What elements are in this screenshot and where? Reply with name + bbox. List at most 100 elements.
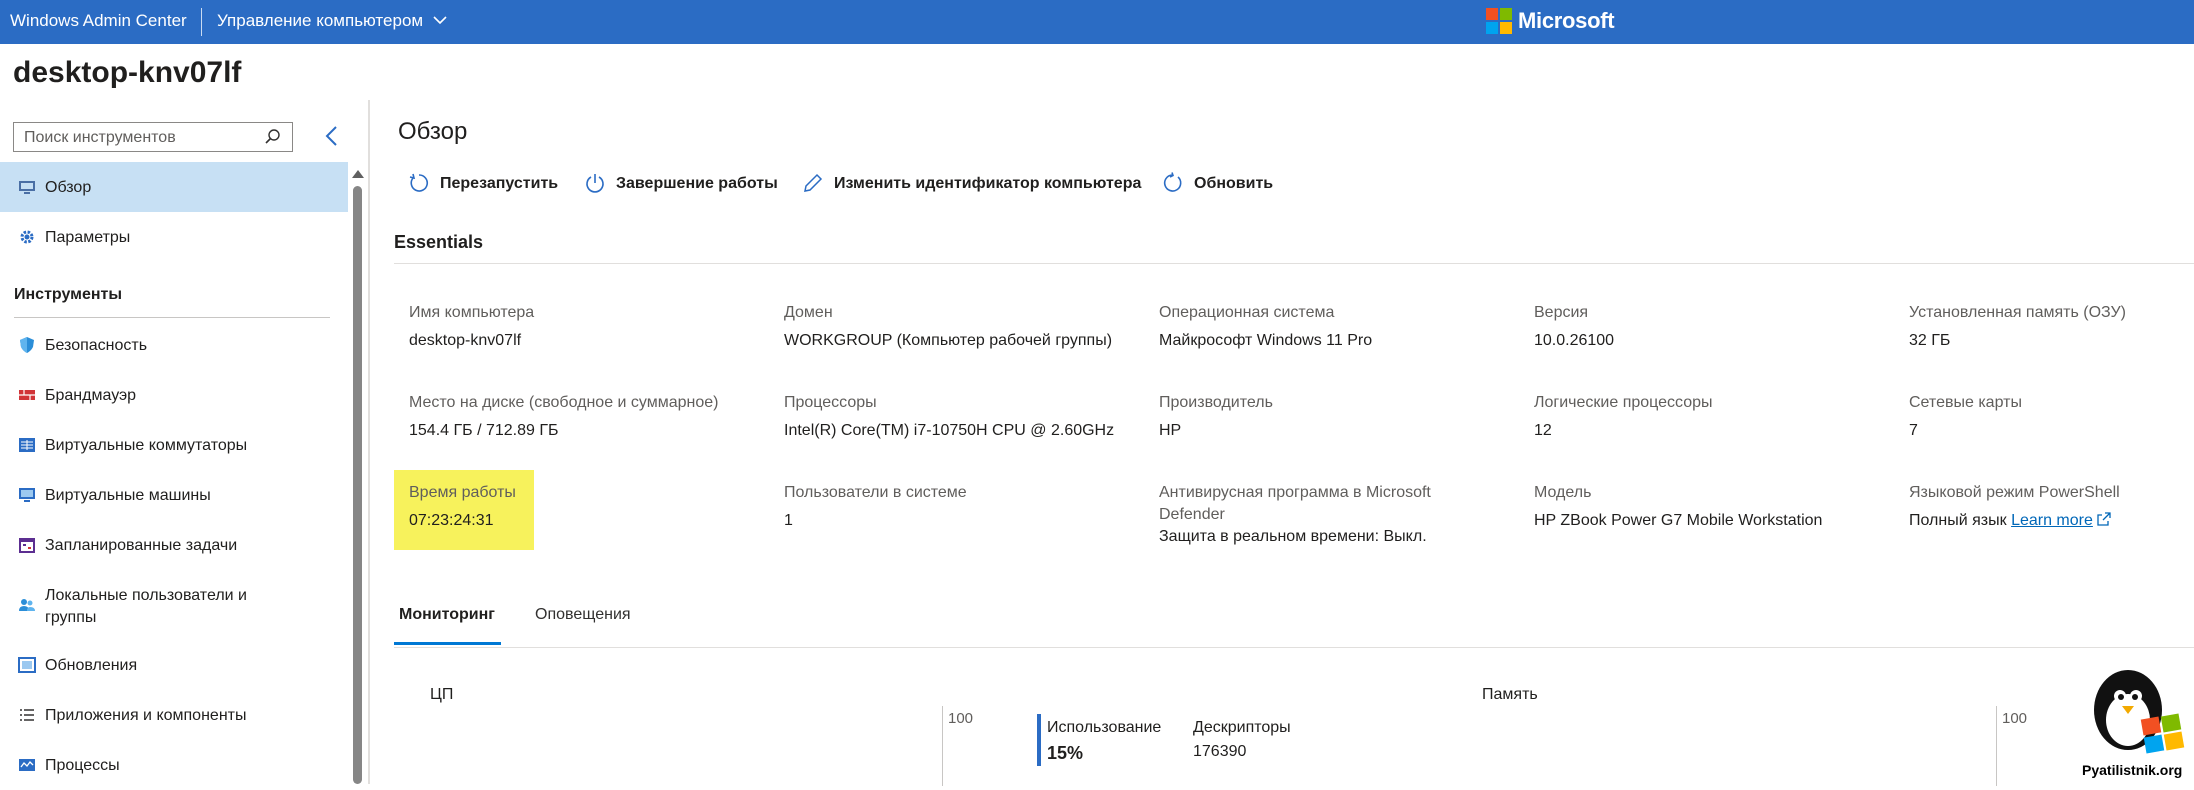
sidebar-item-scheduled-tasks[interactable]: Запланированные задачи [0, 520, 348, 570]
property-value: 7 [1909, 422, 1918, 439]
cpu-axis-max: 100 [948, 710, 974, 727]
usage-value: 15% [1047, 743, 1084, 763]
property-label: Модель [1534, 484, 1592, 501]
memory-axis-max: 100 [2002, 710, 2028, 727]
sidebar-item-label: Безопасность [45, 337, 148, 354]
active-tab-indicator [394, 642, 501, 645]
search-icon[interactable] [264, 128, 282, 146]
essentials-divider [394, 263, 2194, 264]
property-value: HP [1159, 422, 1182, 439]
sidebar-item-overview[interactable]: Обзор [0, 162, 348, 212]
property-value: 07:23:24:31 [409, 512, 494, 529]
handles-value: 176390 [1193, 743, 1247, 760]
property-value: Полный язык [1909, 512, 2007, 529]
sidebar-scrollbar[interactable] [350, 166, 364, 784]
learn-more-link[interactable]: Learn more [2011, 512, 2093, 529]
sidebar-item-apps[interactable]: Приложения и компоненты [0, 690, 348, 740]
tools-section-label: Инструменты [14, 286, 123, 303]
handles-label: Дескрипторы [1193, 719, 1291, 736]
virtual-switch-icon [19, 438, 35, 452]
collapse-sidebar-icon[interactable] [322, 124, 342, 148]
sidebar-item-label: Обзор [45, 179, 92, 196]
property-disk-space: Место на диске (свободное и суммарное) 1… [409, 392, 769, 442]
property-value: WORKGROUP (Компьютер рабочей группы) [784, 332, 1113, 349]
shutdown-label: Завершение работы [616, 175, 778, 192]
firewall-icon [19, 390, 35, 400]
property-logged-users: Пользователи в системе 1 [784, 482, 1144, 532]
essentials-title: Essentials [394, 232, 484, 252]
property-value: 154.4 ГБ / 712.89 ГБ [409, 422, 559, 439]
edit-pencil-icon [804, 173, 823, 192]
microsoft-brand: Microsoft [1518, 8, 1615, 33]
processes-icon [19, 759, 35, 771]
property-processors: Процессоры Intel(R) Core(TM) i7-10750H C… [784, 392, 1144, 442]
top-bar: Windows Admin Center Управление компьюте… [0, 0, 2194, 44]
scrollbar-thumb[interactable] [353, 186, 362, 784]
property-label: Место на диске (свободное и суммарное) [409, 394, 719, 411]
property-value: 10.0.26100 [1534, 332, 1615, 349]
power-icon [586, 174, 604, 193]
sidebar-item-processes[interactable]: Процессы [0, 740, 348, 790]
property-label: Производитель [1159, 394, 1273, 411]
refresh-label: Обновить [1194, 175, 1274, 192]
tab-monitoring[interactable]: Мониторинг [399, 606, 495, 624]
microsoft-logo-icon [1486, 8, 1512, 34]
property-label: Время работы [409, 484, 516, 501]
mode-selector[interactable]: Управление компьютером [217, 11, 423, 31]
sidebar-item-label: Процессы [45, 757, 120, 774]
cpu-axis-line [942, 706, 943, 786]
property-value: 1 [784, 512, 793, 529]
watermark-text: Pyatilistnik.org [2082, 762, 2183, 778]
sidebar-item-local-users[interactable]: Локальные пользователи и группы [0, 570, 348, 640]
property-os: Операционная система Майкрософт Windows … [1159, 302, 1519, 352]
tabs-divider [394, 647, 2194, 648]
external-link-icon[interactable] [2097, 512, 2111, 526]
memory-chart-title: Память [1482, 686, 1538, 703]
rename-label: Изменить идентификатор компьютера [834, 175, 1142, 192]
sidebar-item-security[interactable]: Безопасность [0, 320, 348, 370]
property-value-row: Полный язык Learn more [1909, 510, 2189, 532]
property-manufacturer: Производитель HP [1159, 392, 1519, 442]
property-value: 12 [1534, 422, 1552, 439]
tab-alerts[interactable]: Оповещения [535, 606, 631, 624]
users-icon [19, 599, 35, 611]
property-label: Пользователи в системе [784, 484, 967, 501]
sidebar-item-label: Виртуальные машины [45, 487, 211, 504]
property-value: 32 ГБ [1909, 332, 1951, 349]
page-title: Обзор [398, 118, 468, 145]
shield-icon [20, 337, 34, 353]
property-value: HP ZBook Power G7 Mobile Workstation [1534, 512, 1823, 529]
restart-label: Перезапустить [440, 175, 559, 192]
property-label: Процессоры [784, 394, 877, 411]
sidebar-item-updates[interactable]: Обновления [0, 640, 348, 690]
property-model: Модель HP ZBook Power G7 Mobile Workstat… [1534, 482, 1894, 532]
property-value: Майкрософт Windows 11 Pro [1159, 332, 1373, 349]
property-label: Имя компьютера [409, 304, 535, 321]
sidebar-item-firewall[interactable]: Брандмауэр [0, 370, 348, 420]
memory-axis-line [1996, 706, 1997, 786]
scroll-up-arrow-icon[interactable] [352, 170, 364, 178]
property-value: desktop-knv07lf [409, 332, 522, 349]
property-computer-name: Имя компьютера desktop-knv07lf [409, 302, 769, 352]
sidebar: Поиск инструментов Обзор Параметры Инстр… [0, 100, 370, 784]
app-title[interactable]: Windows Admin Center [10, 11, 187, 31]
tool-search-input[interactable]: Поиск инструментов [13, 122, 293, 152]
property-label: Языковой режим PowerShell [1909, 484, 2120, 501]
property-label: Установленная память (ОЗУ) [1909, 304, 2127, 321]
restart-icon [409, 173, 429, 192]
sidebar-item-label: Приложения и компоненты [45, 707, 247, 724]
sidebar-item-settings[interactable]: Параметры [0, 212, 348, 262]
usage-indicator-bar [1037, 714, 1041, 766]
sidebar-item-virtual-switches[interactable]: Виртуальные коммутаторы [0, 420, 348, 470]
overview-icon [19, 181, 35, 194]
sidebar-item-label: Виртуальные коммутаторы [45, 437, 248, 454]
chevron-down-icon[interactable] [432, 12, 448, 28]
title-separator [201, 8, 202, 36]
property-value: Защита в реальном времени: Выкл. [1159, 528, 1427, 545]
cpu-chart-title: ЦП [430, 686, 454, 703]
property-uptime: Время работы 07:23:24:31 [409, 482, 769, 532]
sidebar-item-virtual-machines[interactable]: Виртуальные машины [0, 470, 348, 520]
property-label: Логические процессоры [1534, 394, 1713, 411]
property-value: Intel(R) Core(TM) i7-10750H CPU @ 2.60GH… [784, 422, 1115, 439]
sidebar-item-label: Брандмауэр [45, 387, 137, 404]
